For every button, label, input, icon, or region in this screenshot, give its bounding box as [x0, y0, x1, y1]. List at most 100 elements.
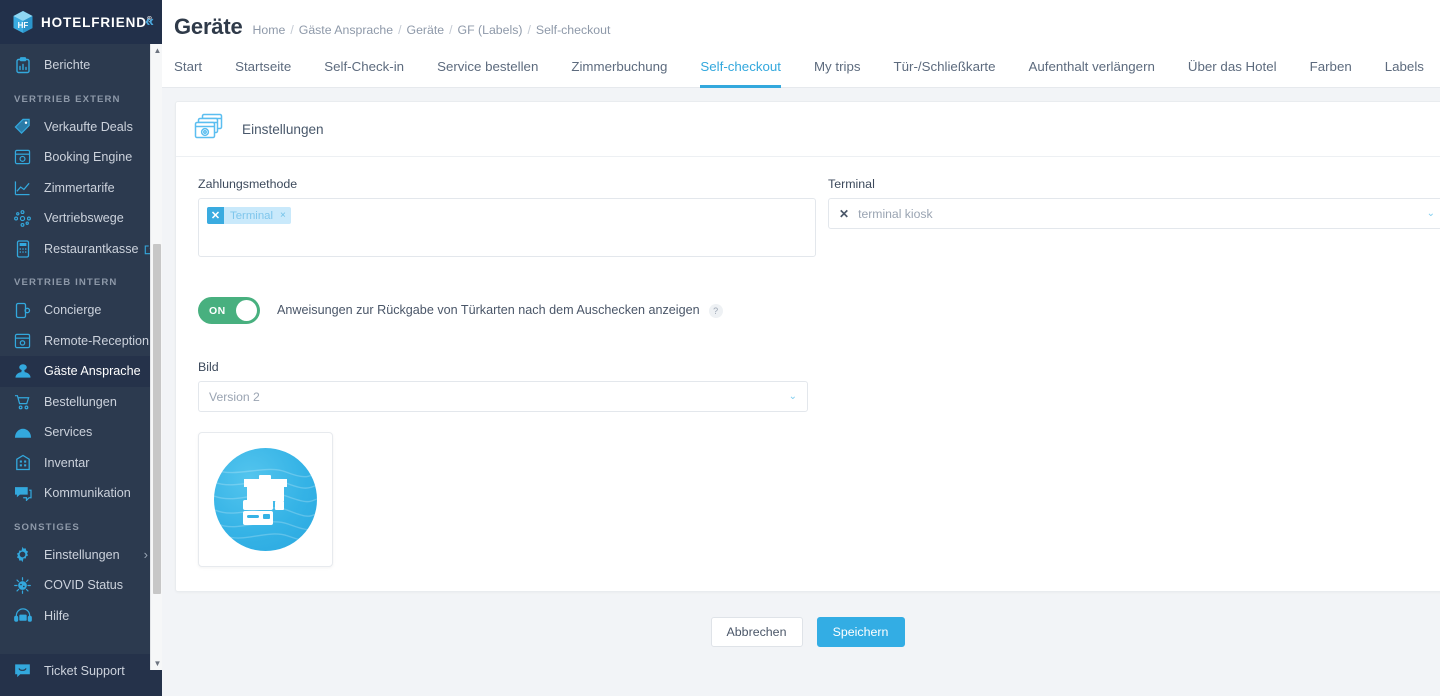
sidebar-item-label: Ticket Support	[44, 664, 125, 678]
sidebar-item-zimmertarife[interactable]: Zimmertarife	[0, 173, 162, 204]
tag-label: Terminal	[230, 209, 274, 222]
image-preview-card[interactable]	[198, 432, 333, 567]
sidebar-item-concierge[interactable]: Concierge	[0, 295, 162, 326]
support-chat-icon	[13, 662, 32, 681]
settings-card-title: Einstellungen	[242, 121, 324, 137]
sidebar-item-services[interactable]: Services	[0, 417, 162, 448]
tab-aufenthalt-verlaengern[interactable]: Aufenthalt verlängern	[1029, 59, 1155, 88]
chevron-down-icon[interactable]: ⌄	[789, 391, 797, 402]
payment-method-tag-terminal[interactable]: ✕ Terminal ×	[207, 207, 291, 224]
sidebar-item-ticket-support[interactable]: Ticket Support	[0, 654, 162, 688]
terminal-clear-icon[interactable]: ✕	[839, 207, 849, 221]
virus-icon	[13, 576, 32, 595]
mobile-concierge-icon	[13, 301, 32, 320]
save-button[interactable]: Speichern	[816, 617, 905, 647]
image-version-select[interactable]: Version 2 ⌄	[198, 381, 808, 412]
cancel-button[interactable]: Abbrechen	[710, 617, 803, 647]
settings-card-header: Einstellungen	[176, 102, 1440, 157]
help-icon[interactable]: ?	[708, 303, 723, 318]
chevron-down-icon[interactable]: ⌄	[1427, 208, 1435, 219]
image-label: Bild	[198, 360, 219, 374]
app-root: HF HOTELFRIEND® « Berichte VERTRIEB EXTE…	[0, 0, 1440, 696]
pos-terminal-icon	[13, 239, 32, 258]
tab-self-checkout[interactable]: Self-checkout	[700, 59, 781, 88]
tab-start[interactable]: Start	[174, 59, 202, 88]
tag-remove-icon[interactable]: ✕	[207, 207, 224, 224]
toggle-state-label: ON	[209, 304, 226, 317]
chevron-right-icon: ›	[143, 547, 148, 563]
payment-method-multiselect[interactable]: ✕ Terminal ×	[198, 198, 816, 257]
remote-reception-icon	[13, 331, 32, 350]
terminal-select[interactable]: ✕ terminal kiosk ⌄	[828, 198, 1440, 229]
breadcrumb-item-self-checkout[interactable]: Self-checkout	[536, 23, 611, 37]
content-area: Einstellungen Zahlungsmethode ✕ Terminal…	[162, 88, 1440, 696]
door-card-instructions-label: Anweisungen zur Rückgabe von Türkarten n…	[277, 303, 723, 318]
sidebar-item-label: Bestellungen	[44, 394, 117, 409]
sidebar-item-verkaufte-deals[interactable]: Verkaufte Deals	[0, 112, 162, 143]
sidebar-item-hilfe[interactable]: Hilfe	[0, 601, 162, 632]
tab-self-check-in[interactable]: Self-Check-in	[324, 59, 404, 88]
sidebar-item-covid-status[interactable]: COVID Status	[0, 570, 162, 601]
sidebar-item-inventar[interactable]: Inventar	[0, 448, 162, 479]
settings-card-body: Zahlungsmethode ✕ Terminal × Terminal ✕ …	[176, 157, 1440, 591]
sidebar-section-vertrieb-extern: VERTRIEB EXTERN	[14, 93, 121, 105]
tab-farben[interactable]: Farben	[1310, 59, 1352, 88]
tab-zimmerbuchung[interactable]: Zimmerbuchung	[571, 59, 667, 88]
sidebar-item-label: Vertriebswege	[44, 211, 124, 226]
scroll-up-arrow-icon[interactable]: ▲	[153, 46, 162, 55]
sidebar-item-label: Hilfe	[44, 608, 70, 623]
headset-24-icon	[13, 606, 32, 625]
payment-method-group: Zahlungsmethode ✕ Terminal ×	[198, 177, 828, 257]
settings-row-1: Zahlungsmethode ✕ Terminal × Terminal ✕ …	[198, 177, 1440, 257]
tab-ueber-das-hotel[interactable]: Über das Hotel	[1188, 59, 1277, 88]
sidebar-item-vertriebswege[interactable]: Vertriebswege	[0, 203, 162, 234]
sidebar-item-label: Services	[44, 425, 93, 440]
tab-tuer-schliesskarte[interactable]: Tür-/Schließkarte	[894, 59, 996, 88]
tab-service-bestellen[interactable]: Service bestellen	[437, 59, 538, 88]
sidebar-item-booking-engine[interactable]: Booking Engine	[0, 142, 162, 173]
sidebar-scrollbar[interactable]: ▲ ▼	[150, 44, 162, 670]
guest-speech-icon	[13, 362, 32, 381]
brand-logo-bar: HF HOTELFRIEND® «	[0, 0, 162, 44]
tag-close-icon[interactable]: ×	[280, 210, 286, 221]
sidebar-footer-partial-row	[0, 688, 162, 696]
form-actions: Abbrechen Speichern	[162, 617, 1440, 647]
tab-labels[interactable]: Labels	[1385, 59, 1424, 88]
sidebar-collapse-icon[interactable]: «	[145, 14, 154, 30]
breadcrumb-separator: /	[527, 23, 531, 37]
sidebar-item-label: Berichte	[44, 58, 91, 73]
sidebar-section-vertrieb-intern: VERTRIEB INTERN	[14, 277, 118, 288]
brand-name: HOTELFRIEND®	[41, 14, 153, 30]
sidebar-item-einstellungen[interactable]: Einstellungen ›	[0, 540, 162, 571]
tab-startseite[interactable]: Startseite	[235, 59, 291, 88]
sidebar-item-label: Restaurantkasse	[44, 241, 139, 256]
chat-bubble-icon	[13, 484, 32, 503]
sidebar-item-kommunikation[interactable]: Kommunikation	[0, 478, 162, 509]
sidebar-item-remote-reception[interactable]: Remote-Reception	[0, 326, 162, 357]
chart-line-icon	[13, 178, 32, 197]
sidebar: HF HOTELFRIEND® « Berichte VERTRIEB EXTE…	[0, 0, 162, 696]
sidebar-item-gaeste-ansprache[interactable]: Gäste Ansprache	[0, 356, 162, 387]
sidebar-item-label: Gäste Ansprache	[44, 364, 141, 379]
breadcrumb-item-gaeste-ansprache[interactable]: Gäste Ansprache	[299, 23, 393, 37]
tab-my-trips[interactable]: My trips	[814, 59, 861, 88]
tab-bar: Start Startseite Self-Check-in Service b…	[162, 40, 1440, 88]
title-row: Geräte Home / Gäste Ansprache / Geräte /…	[162, 14, 1440, 40]
sidebar-scrollbar-thumb[interactable]	[153, 244, 161, 594]
settings-screens-icon	[194, 113, 226, 145]
sidebar-item-berichte[interactable]: Berichte	[0, 50, 162, 81]
sidebar-item-label: Verkaufte Deals	[44, 119, 133, 134]
browser-gear-icon	[13, 148, 32, 167]
toggle-knob[interactable]	[236, 300, 257, 321]
hotelfriend-cube-logo-icon: HF	[12, 10, 34, 34]
breadcrumb-item-home[interactable]: Home	[253, 23, 286, 37]
breadcrumb-separator: /	[449, 23, 453, 37]
sidebar-item-restaurantkasse[interactable]: Restaurantkasse	[0, 234, 162, 265]
breadcrumb-item-geraete[interactable]: Geräte	[407, 23, 445, 37]
breadcrumb-item-gf-labels[interactable]: GF (Labels)	[458, 23, 523, 37]
sidebar-section-sonstiges: SONSTIGES	[14, 521, 80, 533]
sidebar-item-bestellungen[interactable]: Bestellungen	[0, 387, 162, 418]
door-card-instructions-toggle[interactable]: ON	[198, 297, 260, 324]
payment-method-label: Zahlungsmethode	[198, 177, 298, 191]
tag-icon	[13, 117, 32, 136]
